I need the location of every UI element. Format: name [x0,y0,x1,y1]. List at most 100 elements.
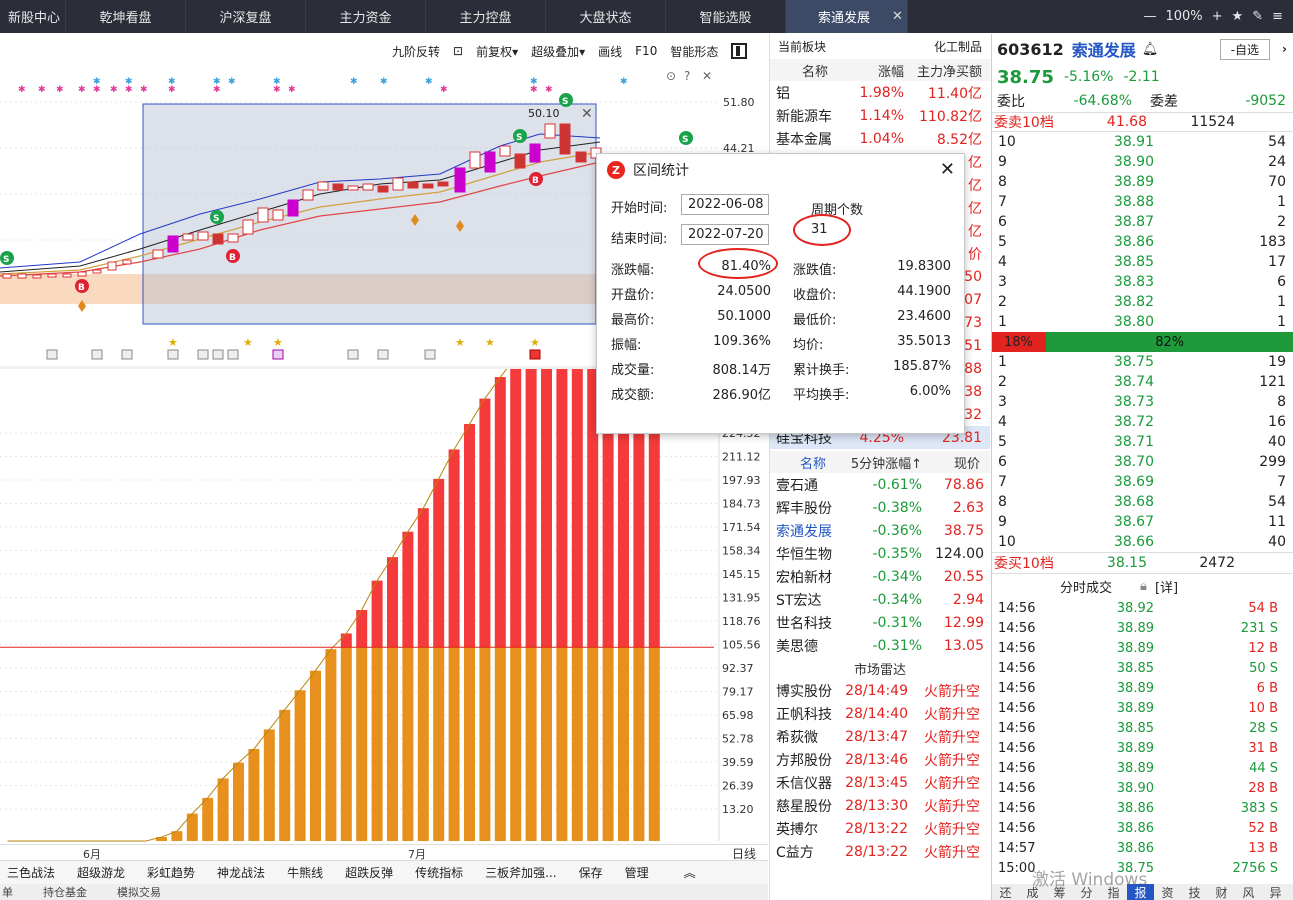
fast-row[interactable]: 索通发展 -0.36% 38.75 [770,519,990,542]
toolbar-overlay[interactable]: 超级叠加▾ [531,43,585,60]
tab-main-funds[interactable]: 主力资金 [306,0,426,33]
menu-icon[interactable]: ≡ [1272,9,1283,24]
tab-smart-select[interactable]: 智能选股 [666,0,786,33]
toolbar-pattern[interactable]: 智能形态 [670,43,718,60]
tab-market-state[interactable]: 大盘状态 [546,0,666,33]
order-level[interactable]: 1 38.75 19 [992,352,1293,372]
order-level[interactable]: 2 38.74 121 [992,372,1293,392]
tab-qiankun[interactable]: 乾坤看盘 [66,0,186,33]
order-level[interactable]: 9 38.90 24 [992,152,1293,172]
order-level[interactable]: 4 38.72 16 [992,412,1293,432]
indicator-rainbow[interactable]: 彩虹趋势 [147,864,195,881]
order-level[interactable]: 5 38.86 183 [992,232,1293,252]
radar-name: 禾信仪器 [776,775,832,792]
level-price: 38.74 [1113,374,1154,390]
radar-row[interactable]: 希荻微 28/13:47 火箭升空 [770,725,990,748]
edit-icon[interactable]: ✎ [1252,9,1263,24]
radar-row[interactable]: 正帆科技 28/14:40 火箭升空 [770,702,990,725]
indicator-bull-bear[interactable]: 牛熊线 [287,864,323,881]
bell-icon[interactable]: 🔔︎ [1142,42,1159,57]
lock-icon[interactable]: 🔒︎ [1140,579,1147,594]
tab-new-stock[interactable]: 新股中心 [0,0,66,33]
radar-row[interactable]: 慈星股份 28/13:30 火箭升空 [770,794,990,817]
indicator-shenlong[interactable]: 神龙战法 [217,864,265,881]
fast-row[interactable]: 辉丰股份 -0.38% 2.63 [770,496,990,519]
layout-icon[interactable] [731,43,748,59]
sector-row[interactable]: 新能源车 1.14% 110.82亿 [770,104,990,127]
quote-tab[interactable]: 还 [992,884,1019,900]
bottom-tab-sim[interactable]: 模拟交易 [117,884,161,900]
tick-price: 38.86 [1116,840,1154,856]
order-level[interactable]: 2 38.82 1 [992,292,1293,312]
chevron-right-icon[interactable]: › [1282,42,1287,56]
radar-row[interactable]: 英搏尔 28/13:22 火箭升空 [770,817,990,840]
level-num: 9 [998,154,1007,170]
toolbar-nine-reversal[interactable]: 九阶反转 [392,43,440,60]
order-level[interactable]: 6 38.87 2 [992,212,1293,232]
watchlist-button[interactable]: -自选 [1219,38,1271,60]
sector-row[interactable]: 铝 1.98% 11.40亿 [770,81,990,104]
order-level[interactable]: 9 38.67 11 [992,512,1293,532]
fast-row[interactable]: 华恒生物 -0.35% 124.00 [770,542,990,565]
toolbar-draw[interactable]: 画线 [598,43,622,60]
order-level[interactable]: 1 38.80 1 [992,312,1293,332]
fast-row[interactable]: 宏柏新材 -0.34% 20.55 [770,565,990,588]
toolbar-adjust[interactable]: 前复权▾ [476,43,518,60]
indicator-dragon[interactable]: 超级游龙 [77,864,125,881]
fast-row[interactable]: ST宏达 -0.34% 2.94 [770,588,990,611]
indicator-traditional[interactable]: 传统指标 [415,864,463,881]
close-icon[interactable]: ✕ [892,9,903,24]
indicator-three-axe[interactable]: 三板斧加强... [485,864,556,881]
toolbar-f10[interactable]: F10 [635,44,657,58]
lock-icon[interactable]: ⊡ [453,44,463,58]
order-level[interactable]: 6 38.70 299 [992,452,1293,472]
quote-tab[interactable]: 财 [1208,884,1235,900]
quote-tab[interactable]: 技 [1181,884,1208,900]
radar-row[interactable]: 博实股份 28/14:49 火箭升空 [770,679,990,702]
order-level[interactable]: 4 38.85 17 [992,252,1293,272]
collapse-icon[interactable]: ︽ [684,864,696,881]
minimize-icon[interactable]: — [1143,9,1156,24]
radar-row[interactable]: C益方 28/13:22 火箭升空 [770,840,990,863]
tab-main-control[interactable]: 主力控盘 [426,0,546,33]
start-date-input[interactable]: 2022-06-08 [681,194,769,215]
end-date-input[interactable]: 2022-07-20 [681,224,769,245]
order-level[interactable]: 7 38.88 1 [992,192,1293,212]
indicator-manage[interactable]: 管理 [625,864,649,881]
star-icon[interactable]: ★ [1232,9,1244,24]
indicator-oversold[interactable]: 超跌反弹 [345,864,393,881]
order-level[interactable]: 8 38.89 70 [992,172,1293,192]
volume-chart[interactable]: 224.52211.12197.93184.73171.54158.34145.… [0,233,768,844]
order-level[interactable]: 8 38.68 54 [992,492,1293,512]
plus-icon[interactable]: + [1212,9,1223,24]
quote-tab[interactable]: 风 [1235,884,1262,900]
close-icon[interactable]: ✕ [940,159,955,180]
order-level[interactable]: 3 38.83 6 [992,272,1293,292]
quote-tab[interactable]: 资 [1154,884,1181,900]
bottom-tab-order[interactable]: 单 [2,884,13,900]
order-level[interactable]: 10 38.66 40 [992,532,1293,552]
indicator-three-color[interactable]: 三色战法 [7,864,55,881]
svg-text:★: ★ [273,336,283,349]
level-num: 10 [998,134,1016,150]
quote-tab[interactable]: 异 [1262,884,1289,900]
y-tick-label: 131.95 [722,592,761,605]
fast-price: 78.86 [943,476,984,493]
bottom-tab-fund[interactable]: 持仓基金 [43,884,87,900]
order-level[interactable]: 3 38.73 8 [992,392,1293,412]
order-level[interactable]: 7 38.69 7 [992,472,1293,492]
fast-row[interactable]: 壹石通 -0.61% 78.86 [770,473,990,496]
fast-row[interactable]: 美思德 -0.31% 13.05 [770,634,990,657]
tab-review[interactable]: 沪深复盘 [186,0,306,33]
tab-stock[interactable]: 索通发展 ✕ [786,0,908,33]
order-level[interactable]: 10 38.91 54 [992,132,1293,152]
fast-row[interactable]: 世名科技 -0.31% 12.99 [770,611,990,634]
indicator-save[interactable]: 保存 [579,864,603,881]
radar-row[interactable]: 方邦股份 28/13:46 火箭升空 [770,748,990,771]
sector-row[interactable]: 基本金属 1.04% 8.52亿 [770,127,990,150]
order-level[interactable]: 5 38.71 40 [992,432,1293,452]
svg-text:S: S [3,255,9,265]
radar-row[interactable]: 禾信仪器 28/13:45 火箭升空 [770,771,990,794]
tick-row: 14:56 38.92 54 B [992,598,1293,618]
sector-current-name[interactable]: 化工制品 [934,38,982,55]
